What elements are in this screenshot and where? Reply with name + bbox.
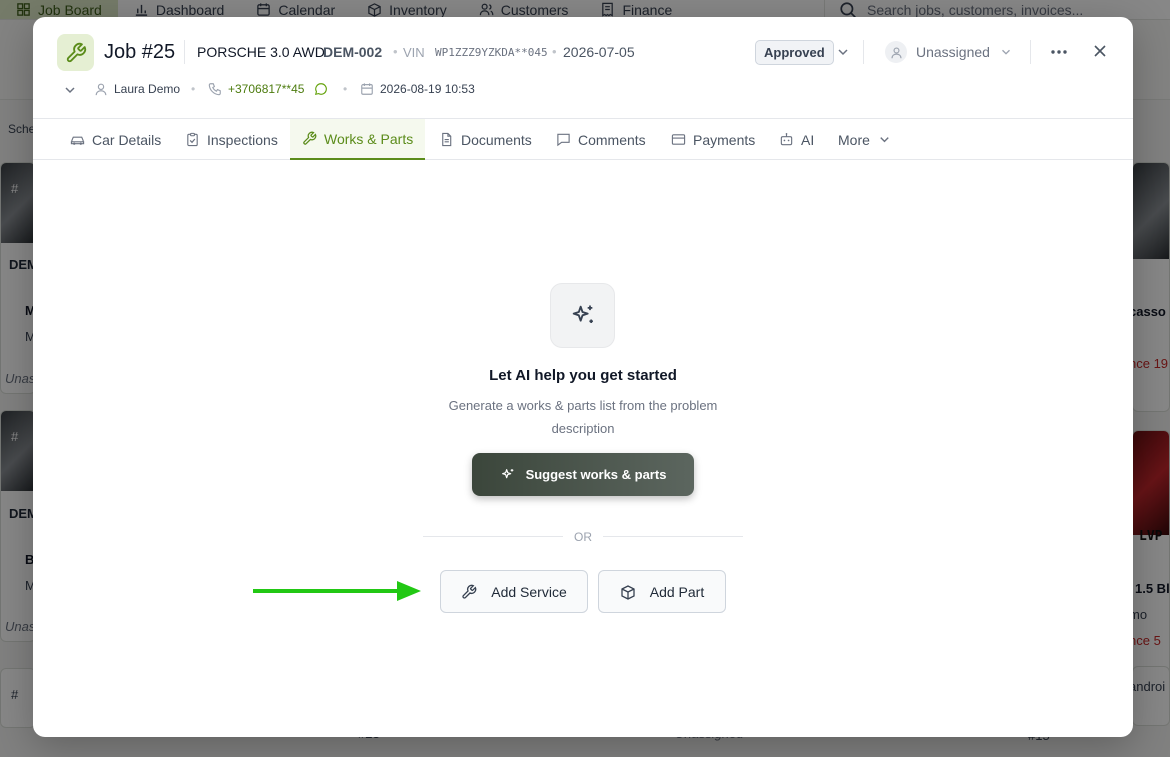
ai-sparkle-badge — [550, 283, 615, 348]
sparkle-icon — [572, 305, 593, 323]
car-icon — [70, 136, 85, 145]
suggest-works-parts-button[interactable]: Suggest works & parts — [472, 453, 694, 496]
tab-documents[interactable]: Documents — [439, 119, 532, 160]
separator-dot: • — [393, 44, 398, 59]
tab-label: Comments — [578, 131, 646, 148]
tab-comments[interactable]: Comments — [556, 119, 646, 160]
wrench-icon — [462, 584, 477, 599]
tab-label: More — [838, 131, 870, 148]
customer-name[interactable]: Laura Demo — [94, 82, 180, 96]
user-icon — [95, 83, 107, 96]
tab-inspections[interactable]: Inspections — [185, 119, 278, 160]
add-service-button[interactable]: Add Service — [440, 570, 588, 613]
tab-more[interactable]: More — [838, 119, 892, 160]
license-plate: DEM-002 — [323, 44, 383, 60]
whatsapp-icon[interactable] — [314, 82, 328, 96]
divider — [603, 536, 743, 537]
separator-dot: • — [343, 82, 348, 96]
credit-card-icon — [671, 134, 686, 145]
chevron-down-icon[interactable] — [835, 44, 851, 60]
customer-label: Laura Demo — [114, 82, 181, 96]
job-modal: Job #25 PORSCHE 3.0 AWD DEM-002 • VIN WP… — [33, 17, 1133, 737]
divider — [423, 536, 563, 537]
or-label: OR — [574, 530, 592, 544]
job-date: 2026-07-05 — [563, 44, 635, 60]
divider — [1030, 40, 1031, 64]
robot-icon — [780, 133, 793, 146]
tab-car-details[interactable]: Car Details — [70, 119, 161, 160]
avatar — [885, 41, 907, 63]
tab-label: Car Details — [92, 131, 162, 148]
car-name: PORSCHE 3.0 AWD — [197, 44, 325, 60]
add-part-button[interactable]: Add Part — [598, 570, 726, 613]
sparkle-icon — [501, 468, 513, 478]
wrench-icon — [66, 42, 86, 62]
box-icon — [621, 584, 635, 600]
close-icon — [1094, 45, 1106, 57]
job-icon-badge — [57, 34, 94, 71]
close-button[interactable] — [1090, 41, 1110, 61]
separator-dot: • — [552, 44, 557, 59]
pointer-arrow-icon — [253, 581, 421, 601]
appointment-label: 2026-08-19 10:53 — [380, 82, 475, 96]
phone-icon — [208, 83, 221, 96]
wrench-icon — [303, 131, 317, 145]
button-label: Add Service — [491, 583, 567, 600]
more-options-button[interactable] — [1048, 42, 1070, 62]
customer-phone[interactable]: +3706817**45 — [208, 82, 328, 96]
tab-label: Works & Parts — [324, 130, 414, 147]
ellipsis-icon — [1051, 50, 1067, 54]
chevron-down-icon — [880, 137, 889, 143]
assignee-label: Unassigned — [916, 44, 990, 60]
appointment-date[interactable]: 2026-08-19 10:53 — [360, 82, 475, 96]
button-label: Add Part — [649, 583, 705, 600]
tab-payments[interactable]: Payments — [671, 119, 755, 160]
calendar-icon — [361, 83, 373, 95]
tab-ai[interactable]: AI — [779, 119, 814, 160]
divider — [863, 40, 864, 64]
tab-label: AI — [801, 131, 815, 148]
clipboard-check-icon — [187, 132, 198, 147]
tab-label: Inspections — [207, 131, 278, 148]
ai-description: Generate a works & parts list from the p… — [448, 398, 718, 436]
user-icon — [890, 46, 902, 58]
divider — [184, 40, 185, 64]
tab-bar: Car Details Inspections Works & Parts Do… — [33, 118, 1133, 160]
separator-dot: • — [191, 82, 196, 96]
assignee-selector[interactable]: Unassigned — [885, 39, 1013, 65]
comment-icon — [557, 133, 570, 147]
tab-label: Payments — [693, 131, 756, 148]
chevron-down-icon — [1001, 49, 1010, 55]
tab-works-parts[interactable]: Works & Parts — [290, 119, 426, 160]
expand-details-icon[interactable] — [62, 82, 78, 98]
document-icon — [442, 132, 452, 147]
vin-value: WP1ZZZ9YZKDA**045 — [435, 46, 548, 59]
job-title: Job #25 — [104, 41, 176, 63]
vin-label: VIN — [403, 45, 425, 60]
tab-label: Documents — [461, 131, 532, 148]
button-label: Suggest works & parts — [525, 467, 667, 482]
phone-label: +3706817**45 — [228, 82, 305, 96]
ai-title: Let AI help you get started — [489, 367, 677, 384]
status-badge[interactable]: Approved — [755, 40, 834, 65]
